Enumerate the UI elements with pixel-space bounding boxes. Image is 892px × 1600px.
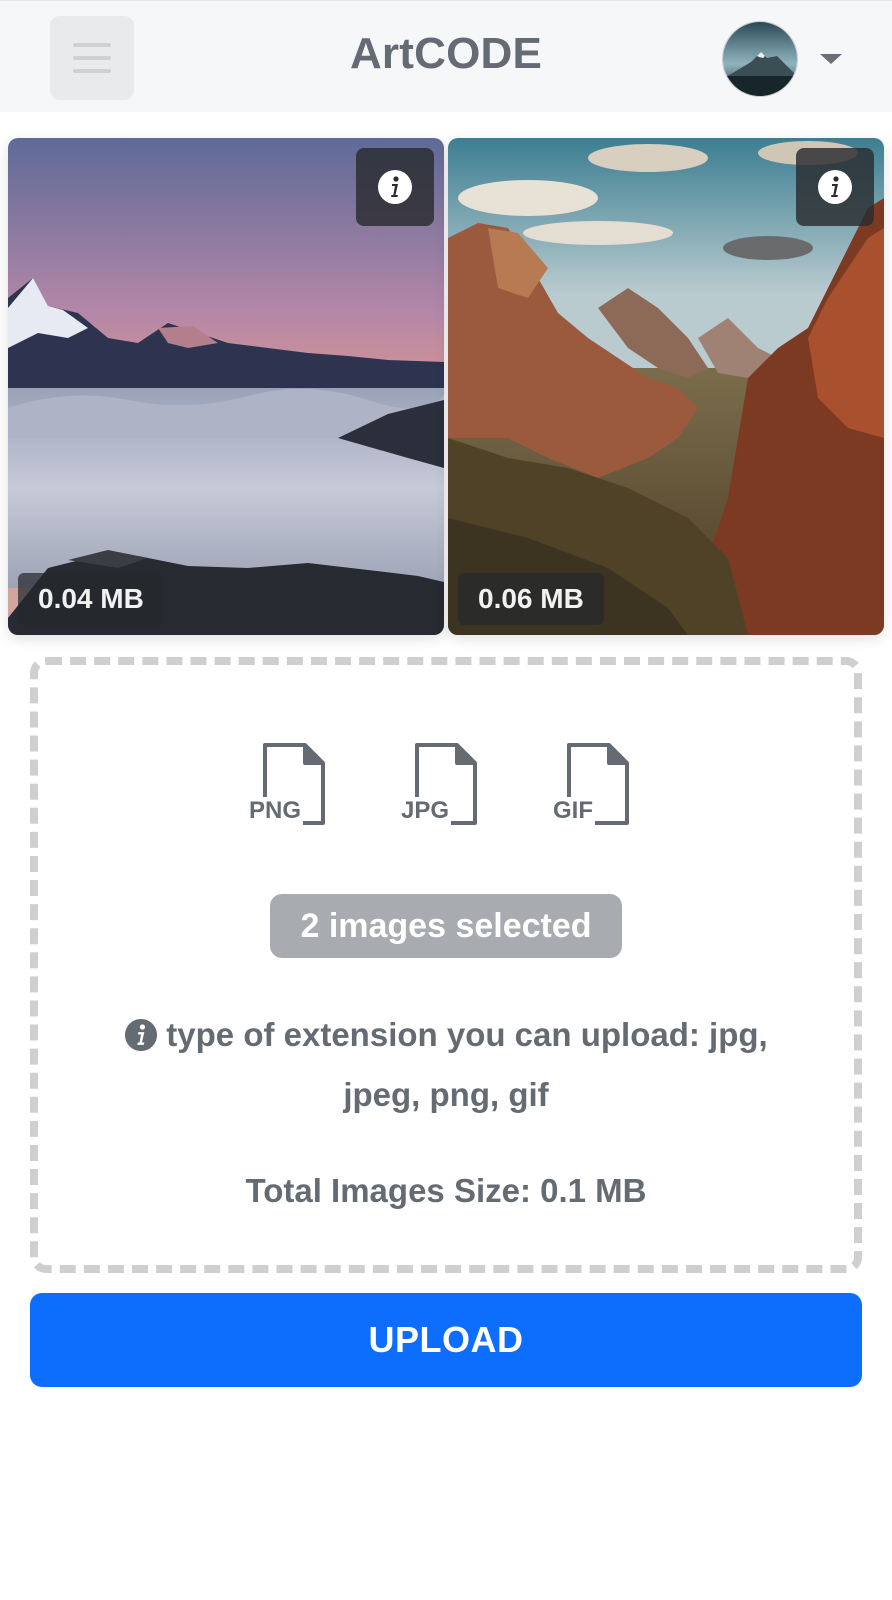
extension-hint-text: type of extension you can upload: jpg, j… [166,1016,768,1113]
extension-hint: type of extension you can upload: jpg, j… [108,1005,784,1125]
gif-file-icon: GIF [551,741,631,827]
selected-count-badge: 2 images selected [270,894,622,958]
file-type-label: JPG [399,797,452,825]
image-card[interactable]: 0.04 MB [8,138,444,635]
file-type-icons: PNG JPG GIF [38,741,854,827]
image-size-badge: 0.06 MB [458,573,604,625]
image-size-badge: 0.04 MB [18,573,164,625]
image-card[interactable]: 0.06 MB [448,138,884,635]
info-icon [818,170,852,204]
info-icon [378,170,412,204]
image-info-button[interactable] [356,148,434,226]
file-type-label: GIF [551,797,595,825]
upload-dropzone[interactable]: PNG JPG GIF 2 images selected type of ex… [30,657,862,1273]
png-file-icon: PNG [247,741,327,827]
profile-dropdown[interactable] [722,19,852,99]
jpg-file-icon: JPG [399,741,479,827]
image-info-button[interactable] [796,148,874,226]
upload-button[interactable]: UPLOAD [30,1293,862,1387]
total-size-label: Total Images Size: 0.1 MB [245,1172,647,1209]
caret-down-icon [820,54,842,64]
file-type-label: PNG [247,797,304,825]
info-icon [125,1018,158,1052]
navbar: ArtCODE [0,0,892,112]
user-avatar [722,21,798,97]
